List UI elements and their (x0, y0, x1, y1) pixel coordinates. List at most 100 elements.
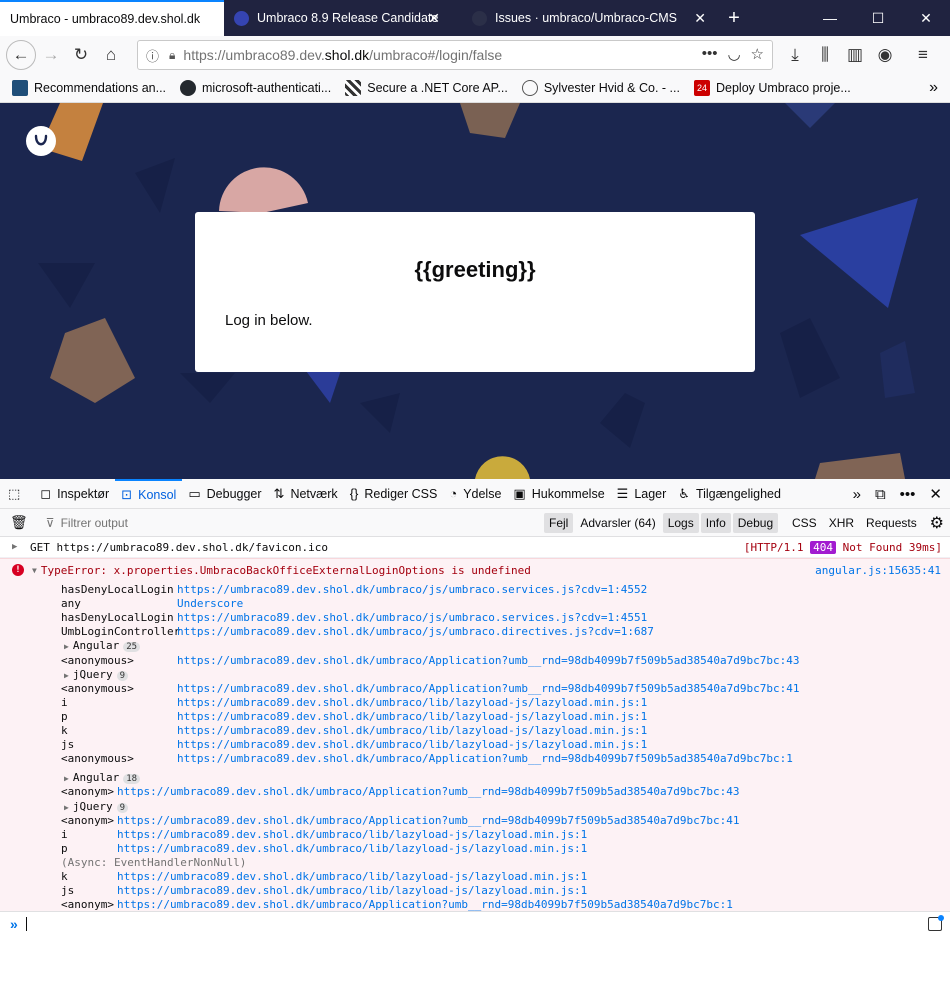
frame-source-link[interactable]: https://umbraco89.dev.shol.dk/umbraco/js… (177, 583, 647, 597)
stack-group[interactable]: ▶ Angular 25 (64, 639, 141, 653)
frame-source-link[interactable]: Underscore (177, 597, 243, 611)
stack-group[interactable]: ▶ Angular 18 (64, 771, 141, 785)
collapse-icon[interactable]: ▼ (32, 566, 37, 575)
minimize-icon[interactable]: — (806, 0, 854, 36)
frame-source-link[interactable]: https://umbraco89.dev.shol.dk/umbraco/li… (177, 696, 647, 710)
sidebar-icon[interactable]: ▥ (840, 40, 870, 70)
frame-source-link[interactable]: https://umbraco89.dev.shol.dk/umbraco/li… (177, 724, 647, 738)
expand-icon[interactable]: ▶ (64, 642, 69, 651)
new-tab-button[interactable]: + (716, 0, 752, 36)
bookmark-item[interactable]: microsoft-authenticati... (180, 80, 331, 96)
tab-console[interactable]: ⊡ Konsol (115, 478, 183, 509)
frame-function: any (61, 597, 81, 611)
tab-issues[interactable]: Issues · umbraco/Umbraco-CMS ✕ (450, 0, 716, 36)
expand-icon[interactable]: ▶ (64, 671, 69, 680)
back-icon[interactable]: ← (6, 40, 36, 70)
frame-source-link[interactable]: https://umbraco89.dev.shol.dk/umbraco/li… (117, 884, 587, 898)
frame-source-link[interactable]: https://umbraco89.dev.shol.dk/umbraco/Ap… (177, 654, 800, 668)
bookmark-star-icon[interactable]: ☆ (751, 45, 764, 63)
menu-icon[interactable]: ≡ (908, 40, 938, 70)
home-icon[interactable]: ⌂ (96, 40, 126, 70)
frame-source-link[interactable]: https://umbraco89.dev.shol.dk/umbraco/Ap… (177, 752, 793, 766)
bookmark-item[interactable]: Sylvester Hvid & Co. - ... (521, 80, 680, 96)
tab-umbraco-login[interactable]: Umbraco - umbraco89.dev.shol.dk (0, 0, 224, 36)
close-icon[interactable]: ✕ (694, 10, 706, 27)
trash-icon[interactable]: 🗑︎ (10, 514, 28, 531)
close-window-icon[interactable]: ✕ (902, 0, 950, 36)
stack-group[interactable]: ▶ jQuery 9 (64, 668, 128, 682)
tab-storage[interactable]: ☰ Lager (611, 479, 673, 509)
bookmark-item[interactable]: Secure a .NET Core AP... (345, 80, 508, 96)
frame-source-link[interactable]: https://umbraco89.dev.shol.dk/umbraco/li… (177, 710, 647, 724)
prompt-icon: » (10, 916, 18, 932)
frame-source-link[interactable]: https://umbraco89.dev.shol.dk/umbraco/Ap… (117, 814, 740, 828)
expand-icon[interactable]: ▶ (64, 774, 69, 783)
console-input[interactable]: » (0, 911, 950, 936)
close-icon[interactable]: ✕ (428, 10, 440, 27)
stack-frame: <anonym> https://umbraco89.dev.shol.dk/um… (61, 785, 941, 799)
error-text: TypeError: x.properties.UmbracoBackOffic… (40, 563, 531, 577)
filter-output-input[interactable]: ⊽ Filtrer output (46, 516, 128, 530)
tab-accessibility[interactable]: ♿︎ Tilgængelighed (672, 479, 787, 509)
frame-source-link[interactable]: https://umbraco89.dev.shol.dk/umbraco/li… (117, 870, 587, 884)
group-name: jQuery (72, 667, 113, 681)
async-marker: (Async: EventHandlerNonNull) (61, 855, 247, 869)
close-devtools-icon[interactable]: ✕ (929, 485, 942, 503)
frame-function: hasDenyLocalLogin (61, 583, 174, 596)
more-bookmarks-icon[interactable]: » (929, 79, 938, 97)
debugger-icon: ▭ (188, 485, 201, 501)
tab-network[interactable]: ⇅ Netværk (268, 479, 344, 509)
network-icon: ⇅ (273, 485, 285, 501)
account-icon[interactable]: ◉ (870, 40, 900, 70)
site-info-icon[interactable]: ⓘ (146, 46, 159, 65)
frame-source-link[interactable]: https://umbraco89.dev.shol.dk/umbraco/Ap… (117, 898, 733, 912)
reload-icon[interactable]: ↻ (66, 40, 96, 70)
filter-debug-button[interactable]: Debug (732, 513, 779, 533)
bookmark-item[interactable]: Recommendations an... (12, 80, 166, 96)
pocket-icon[interactable]: ◡ (727, 45, 740, 63)
element-picker-icon[interactable]: ⬚ (0, 479, 34, 509)
console-settings-icon[interactable]: ⚙ (930, 513, 944, 533)
filter-logs-button[interactable]: Logs (662, 513, 699, 533)
network-message[interactable]: ▶ GET https://umbraco89.dev.shol.dk/favi… (0, 537, 950, 558)
more-tabs-icon[interactable]: » (853, 486, 861, 503)
filter-warnings-button[interactable]: Advarsler (64) (575, 513, 660, 533)
frame-source-link[interactable]: https://umbraco89.dev.shol.dk/umbraco/li… (117, 842, 587, 856)
page-actions-icon[interactable]: ••• (702, 45, 718, 63)
frame-source-link[interactable]: https://umbraco89.dev.shol.dk/umbraco/js… (177, 625, 654, 639)
filter-errors-button[interactable]: Fejl (544, 513, 574, 533)
frame-source-link[interactable]: https://umbraco89.dev.shol.dk/umbraco/li… (177, 738, 647, 752)
expand-icon[interactable]: ▶ (64, 803, 69, 812)
tab-debugger[interactable]: ▭ Debugger (182, 479, 267, 509)
devtools-menu-icon[interactable]: ••• (900, 486, 916, 503)
filter-xhr-button[interactable]: XHR (829, 516, 854, 530)
frame-source-link[interactable]: https://umbraco89.dev.shol.dk/umbraco/li… (117, 828, 587, 842)
tab-release-candidate[interactable]: Umbraco 8.9 Release Candidate ✕ (224, 0, 450, 36)
downloads-icon[interactable]: ⤓ (780, 40, 810, 70)
filter-requests-button[interactable]: Requests (866, 516, 917, 530)
bookmark-item[interactable]: 24 Deploy Umbraco proje... (693, 80, 851, 96)
stack-group[interactable]: ▶ jQuery 9 (64, 800, 128, 814)
tab-inspector[interactable]: ◻ Inspektør (34, 479, 115, 509)
error-source-link[interactable]: angular.js:15635:41 (815, 564, 941, 577)
group-name: jQuery (72, 799, 113, 813)
expand-icon[interactable]: ▶ (12, 542, 30, 552)
tab-strip: Umbraco - umbraco89.dev.shol.dk Umbraco … (0, 0, 950, 36)
filter-css-button[interactable]: CSS (792, 516, 817, 530)
group-name: Angular (72, 639, 120, 653)
url-bar[interactable]: ⓘ 🔒︎ https://umbraco89.dev.shol.dk/umbra… (137, 40, 773, 70)
dock-icon[interactable]: ⧉ (875, 486, 886, 503)
frame-source-link[interactable]: https://umbraco89.dev.shol.dk/umbraco/Ap… (177, 682, 800, 696)
library-icon[interactable]: ⫼ (810, 40, 840, 70)
forward-icon[interactable]: → (36, 40, 66, 70)
filter-info-button[interactable]: Info (700, 513, 731, 533)
tab-style-editor[interactable]: {} Rediger CSS (344, 479, 444, 509)
frame-source-link[interactable]: https://umbraco89.dev.shol.dk/umbraco/Ap… (117, 785, 740, 799)
frame-source-link[interactable]: https://umbraco89.dev.shol.dk/umbraco/js… (177, 611, 647, 625)
tab-performance[interactable]: ◔ Ydelse (443, 479, 507, 509)
tab-memory[interactable]: ▣ Hukommelse (507, 479, 610, 509)
stack-frame: js https://umbraco89.dev.shol.dk/umbraco/… (61, 738, 941, 752)
navigation-toolbar: ← → ↻ ⌂ ⓘ 🔒︎ https://umbraco89.dev.shol.… (0, 36, 950, 74)
maximize-icon[interactable]: ☐ (854, 0, 902, 36)
bookmark-label: microsoft-authenticati... (202, 81, 332, 95)
